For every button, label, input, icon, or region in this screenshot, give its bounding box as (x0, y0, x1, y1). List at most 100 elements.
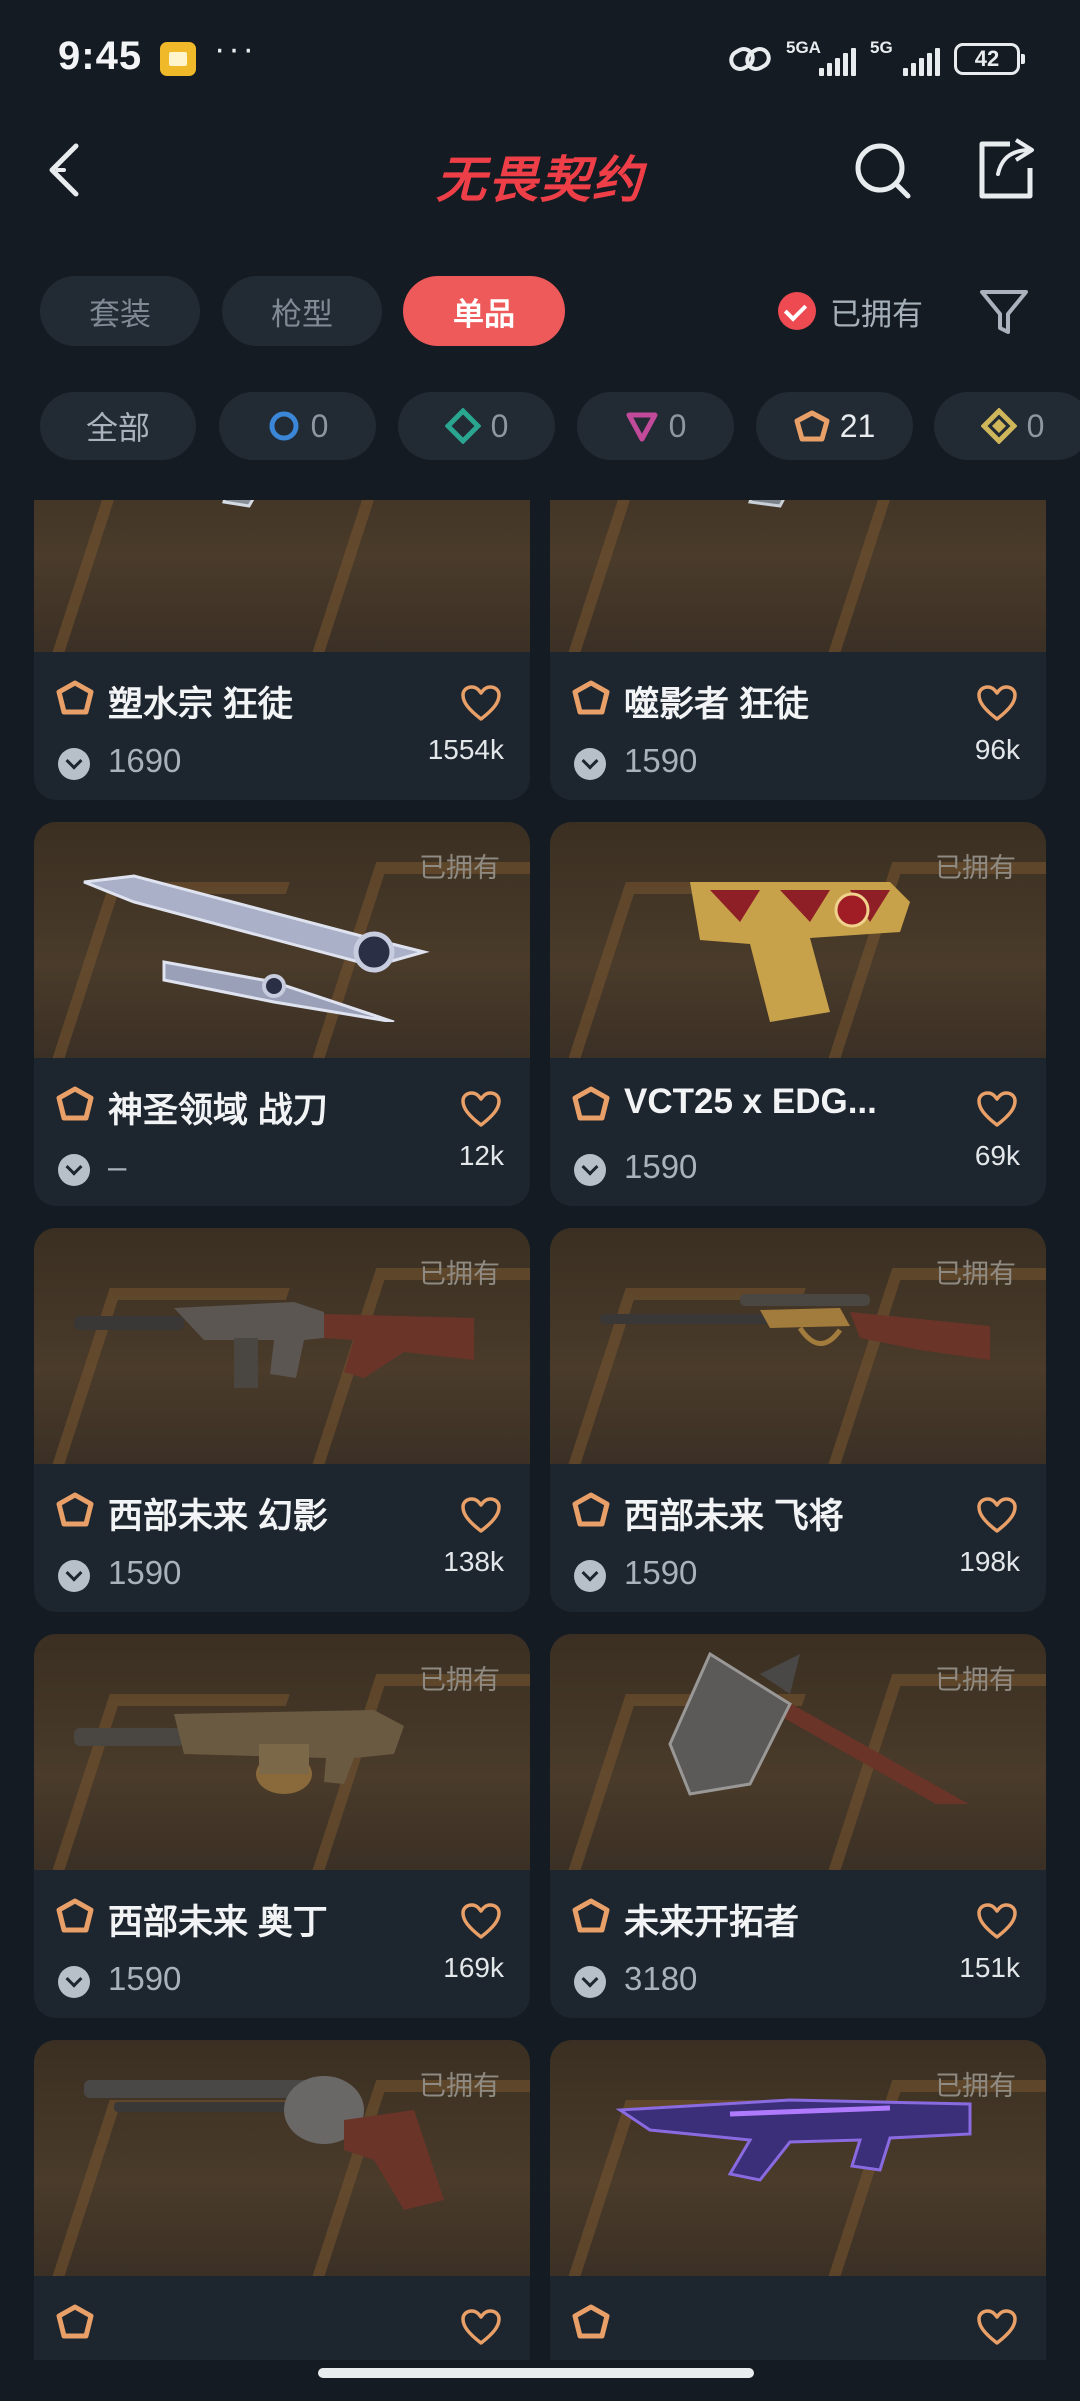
skin-info: 西部未来 幻影 1590 138k (34, 1464, 530, 1612)
skin-name: 未来开拓者 (624, 1903, 800, 1942)
exclusive-tier-icon (56, 1492, 94, 1527)
skin-info: 噬影者 狂徒 1590 96k (550, 652, 1046, 800)
valorant-points-icon (574, 1560, 606, 1592)
skin-likes: 151k (959, 1952, 1020, 1983)
skin-price: – (108, 1148, 127, 1185)
skin-name: 西部未来 幻影 (108, 1497, 328, 1536)
skin-price: 1590 (108, 1554, 182, 1591)
heart-icon[interactable] (460, 1090, 502, 1128)
skin-name: 西部未来 奥丁 (108, 1903, 328, 1942)
skin-card[interactable]: 已拥有西部未来 奥丁 1590 169k (34, 1634, 530, 2018)
skin-card[interactable]: 已拥有未来开拓者 3180 151k (550, 1634, 1046, 2018)
skin-card[interactable]: 已拥有 神圣领域 战刀 – 12k (34, 822, 530, 1206)
premium-tier-icon (626, 412, 658, 442)
owned-filter-toggle[interactable]: 已拥有 (778, 288, 923, 334)
signal-icon-5g: 5G (870, 38, 940, 80)
tier-chip-premium[interactable]: 0 (577, 392, 734, 460)
skin-name: 西部未来 飞将 (624, 1497, 844, 1536)
tab-weapon-type[interactable]: 枪型 (222, 276, 382, 346)
skin-image (550, 500, 1046, 652)
skin-card[interactable]: 噬影者 狂徒 1590 96k (550, 500, 1046, 800)
skin-card[interactable]: 已拥有 (34, 2040, 530, 2360)
home-indicator[interactable] (318, 2368, 754, 2378)
exclusive-tier-icon (572, 680, 610, 715)
weapon-art (222, 500, 255, 508)
skin-likes: 69k (974, 1140, 1020, 1171)
heart-icon[interactable] (976, 2308, 1018, 2346)
select-tier-icon (269, 411, 299, 441)
tier-chip-select[interactable]: 0 (219, 392, 376, 460)
skin-info: 塑水宗 狂徒 1690 1554k (34, 652, 530, 800)
status-time: 9:45 (58, 34, 143, 78)
skin-info (34, 2276, 530, 2360)
battery-icon: 42 (954, 43, 1025, 75)
skin-card[interactable]: 已拥有 (550, 2040, 1046, 2360)
skin-card[interactable]: 已拥有 VCT25 x EDG... 1590 69k (550, 822, 1046, 1206)
exclusive-tier-icon (572, 1492, 610, 1527)
status-bar: 9:45 ··· 5GA 5G 42 (0, 0, 1080, 110)
heart-icon[interactable] (460, 1496, 502, 1534)
skin-image: 已拥有 (550, 1228, 1046, 1464)
skin-name: VCT25 x EDG... (624, 1082, 877, 1121)
filter-icon[interactable] (976, 284, 1032, 340)
owned-tag: 已拥有 (935, 1665, 1016, 1695)
exclusive-tier-icon (572, 1898, 610, 1933)
valorant-points-icon (58, 748, 90, 780)
weapon-art (690, 882, 910, 1022)
ultra-tier-icon (980, 408, 1017, 444)
skin-name: 神圣领域 战刀 (108, 1091, 328, 1130)
owned-tag: 已拥有 (935, 1259, 1016, 1289)
owned-tag: 已拥有 (935, 853, 1016, 883)
deluxe-tier-icon (444, 408, 481, 444)
skin-image: 已拥有 (550, 822, 1046, 1058)
skin-card[interactable]: 塑水宗 狂徒 1690 1554k (34, 500, 530, 800)
skin-card[interactable]: 已拥有西部未来 飞将 1590 198k (550, 1228, 1046, 1612)
heart-icon[interactable] (976, 1090, 1018, 1128)
skin-info: 西部未来 奥丁 1590 169k (34, 1870, 530, 2018)
skin-likes: 198k (959, 1546, 1020, 1577)
skin-name: 噬影者 狂徒 (624, 685, 809, 724)
heart-icon[interactable] (460, 684, 502, 722)
skin-image: 已拥有 (34, 822, 530, 1058)
exclusive-tier-icon (794, 410, 830, 442)
exclusive-tier-icon (56, 2304, 94, 2339)
valorant-points-icon (574, 748, 606, 780)
owned-filter-label: 已拥有 (830, 296, 923, 332)
skin-price: 1590 (624, 1554, 698, 1591)
share-icon[interactable] (970, 134, 1040, 204)
search-icon[interactable] (848, 134, 918, 204)
owned-tag: 已拥有 (419, 1665, 500, 1695)
skin-info: 神圣领域 战刀 – 12k (34, 1058, 530, 1206)
checkbox-checked-icon[interactable] (778, 292, 816, 330)
skin-price: 1590 (108, 1960, 182, 1997)
tier-filter-chips: 全部 0 0 0 21 0 (0, 392, 1080, 462)
valorant-points-icon (574, 1154, 606, 1186)
heart-icon[interactable] (976, 1496, 1018, 1534)
tier-chip-deluxe[interactable]: 0 (398, 392, 555, 460)
tier-chip-ultra[interactable]: 0 (934, 392, 1080, 460)
skin-price: 1590 (624, 1148, 698, 1185)
weapon-art (748, 500, 785, 508)
tier-chip-exclusive[interactable]: 21 (756, 392, 913, 460)
heart-icon[interactable] (460, 1902, 502, 1940)
skin-likes: 138k (443, 1546, 504, 1577)
skin-likes: 169k (443, 1952, 504, 1983)
signal-icon-5ga: 5GA (786, 38, 856, 80)
skin-info: 未来开拓者 3180 151k (550, 1870, 1046, 2018)
tab-suits[interactable]: 套装 (40, 276, 200, 346)
tier-chip-all[interactable]: 全部 (40, 392, 196, 460)
tab-single-items[interactable]: 单品 (403, 276, 565, 346)
valorant-points-icon (58, 1560, 90, 1592)
owned-tag: 已拥有 (935, 2071, 1016, 2101)
valorant-points-icon (58, 1154, 90, 1186)
heart-icon[interactable] (460, 2308, 502, 2346)
skin-grid: 塑水宗 狂徒 1690 1554k 噬影者 狂徒 1590 96k 已拥有 神圣领域 战刀 –1… (34, 500, 1046, 2360)
header: 无畏契约 (0, 120, 1080, 220)
notes-app-icon (160, 42, 196, 76)
skin-card[interactable]: 已拥有 西部未来 幻影 1590 138k (34, 1228, 530, 1612)
heart-icon[interactable] (976, 1902, 1018, 1940)
heart-icon[interactable] (976, 684, 1018, 722)
exclusive-tier-icon (56, 680, 94, 715)
skin-price: 1690 (108, 742, 182, 779)
more-notifications-icon: ··· (214, 30, 257, 68)
